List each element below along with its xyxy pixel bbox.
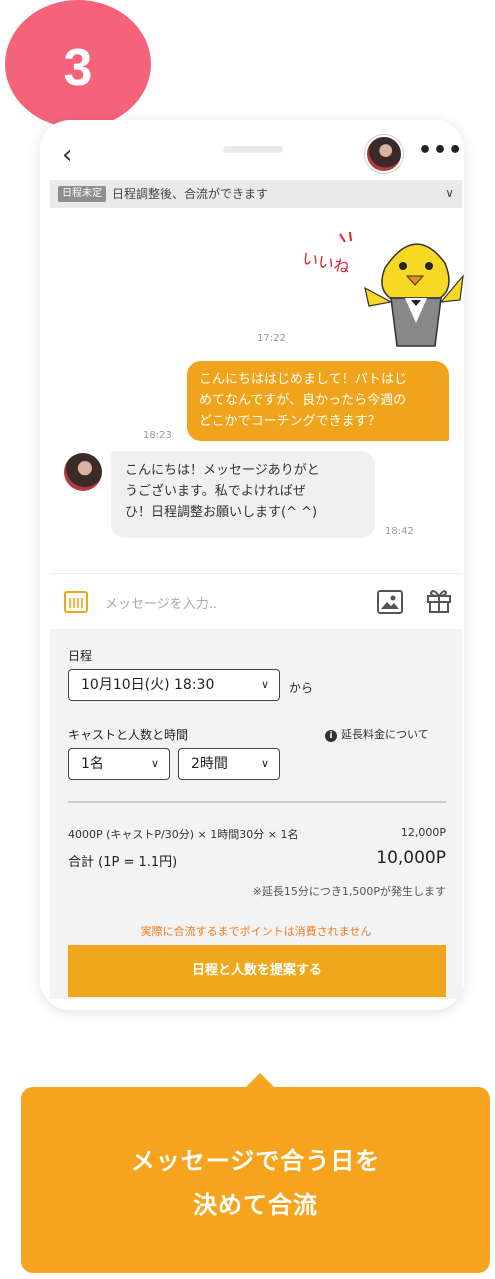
avatar[interactable]	[64, 453, 102, 491]
calc-line: 4000P (キャストP/30分) × 1時間30分 × 1名	[68, 828, 299, 841]
calendar-icon[interactable]	[64, 591, 88, 613]
info-icon: i	[325, 730, 337, 742]
divider	[68, 801, 446, 803]
incoming-message: こんにちは！メッセージありがと うございます。私でよければぜ ひ！日程調整お願い…	[111, 451, 375, 538]
message-time: 18:23	[143, 430, 172, 441]
total-label: 合計 (1P = 1.1円)	[68, 855, 178, 870]
outgoing-message: こんにちははじめまして！パトはじ めてなんですが、良かったら今週の どこかでコー…	[187, 361, 449, 441]
sticker-text: いいね	[301, 249, 352, 278]
message-line: ひ！日程調整お願いします(^ ^)	[125, 505, 318, 520]
chevron-left-icon[interactable]: ‹	[62, 142, 72, 168]
phone-frame: ‹ ••• 日程未定 日程調整後、合流ができます ∨ いいね 17:22 こんに…	[40, 120, 464, 1010]
callout-line: メッセージで合う日を	[130, 1147, 381, 1175]
message-composer: メッセージを入力..	[50, 573, 462, 630]
schedule-status-bar[interactable]: 日程未定 日程調整後、合流ができます ∨	[50, 180, 462, 208]
message-time: 18:42	[385, 526, 414, 537]
message-input[interactable]: メッセージを入力..	[105, 593, 217, 612]
chevron-down-icon: ∨	[260, 678, 269, 691]
gift-icon[interactable]	[425, 586, 453, 614]
points-warning: 実際に合流するまでポイントは消費されません	[140, 925, 372, 938]
callout-line: 決めて合流	[193, 1191, 318, 1219]
status-text: 日程調整後、合流ができます	[112, 187, 269, 201]
total-amount: 10,000P	[376, 848, 446, 868]
message-line: めてなんですが、良かったら今週の	[199, 393, 407, 408]
chevron-down-icon: ∨	[150, 757, 159, 770]
calc-amount: 12,000P	[400, 826, 446, 839]
from-label: から	[289, 681, 314, 695]
hours-select[interactable]: 2時間 ∨	[178, 748, 280, 780]
people-value: 1名	[81, 756, 104, 772]
total-row: 合計 (1P = 1.1円) 10,000P	[68, 848, 446, 870]
message-line: うございます。私でよければぜ	[125, 484, 306, 499]
message-line: こんにちは！メッセージありがと	[125, 463, 320, 478]
image-icon[interactable]	[377, 590, 403, 614]
cast-label: キャストと人数と時間	[68, 728, 189, 742]
schedule-label: 日程	[68, 649, 93, 663]
avatar[interactable]	[365, 135, 403, 173]
people-select[interactable]: 1名 ∨	[68, 748, 170, 780]
step-badge: 3	[5, 0, 151, 128]
message-line: どこかでコーチングできます？	[199, 414, 381, 429]
schedule-form: 日程 10月10日(火) 18:30 ∨ から キャストと人数と時間 i 延長料金…	[50, 629, 462, 999]
chevron-down-icon: ∨	[260, 757, 269, 770]
chat-header: ‹ •••	[40, 134, 464, 178]
callout-text: メッセージで合う日を 決めて合流	[21, 1139, 490, 1227]
callout-box: メッセージで合う日を 決めて合流	[21, 1073, 490, 1273]
chevron-down-icon[interactable]: ∨	[445, 186, 454, 200]
extension-note: ※延長15分につき1,500Pが発生します	[252, 885, 446, 898]
date-select[interactable]: 10月10日(火) 18:30 ∨	[68, 669, 280, 701]
propose-button[interactable]: 日程と人数を提案する	[68, 945, 446, 997]
step-number: 3	[63, 39, 93, 97]
calc-row: 4000P (キャストP/30分) × 1時間30分 × 1名 12,000P	[68, 826, 446, 842]
hours-value: 2時間	[191, 756, 228, 772]
extension-info-text: 延長料金について	[341, 728, 429, 741]
more-icon[interactable]: •••	[418, 140, 463, 162]
bird-sticker: いいね	[301, 231, 464, 347]
message-time: 17:22	[257, 333, 286, 344]
chat-area: いいね 17:22 こんにちははじめまして！パトはじ めてなんですが、良かったら…	[50, 208, 464, 573]
date-value: 10月10日(火) 18:30	[81, 677, 215, 693]
message-line: こんにちははじめまして！パトはじ	[199, 372, 408, 387]
extension-info-link[interactable]: i 延長料金について	[325, 726, 429, 742]
status-badge: 日程未定	[58, 186, 106, 202]
